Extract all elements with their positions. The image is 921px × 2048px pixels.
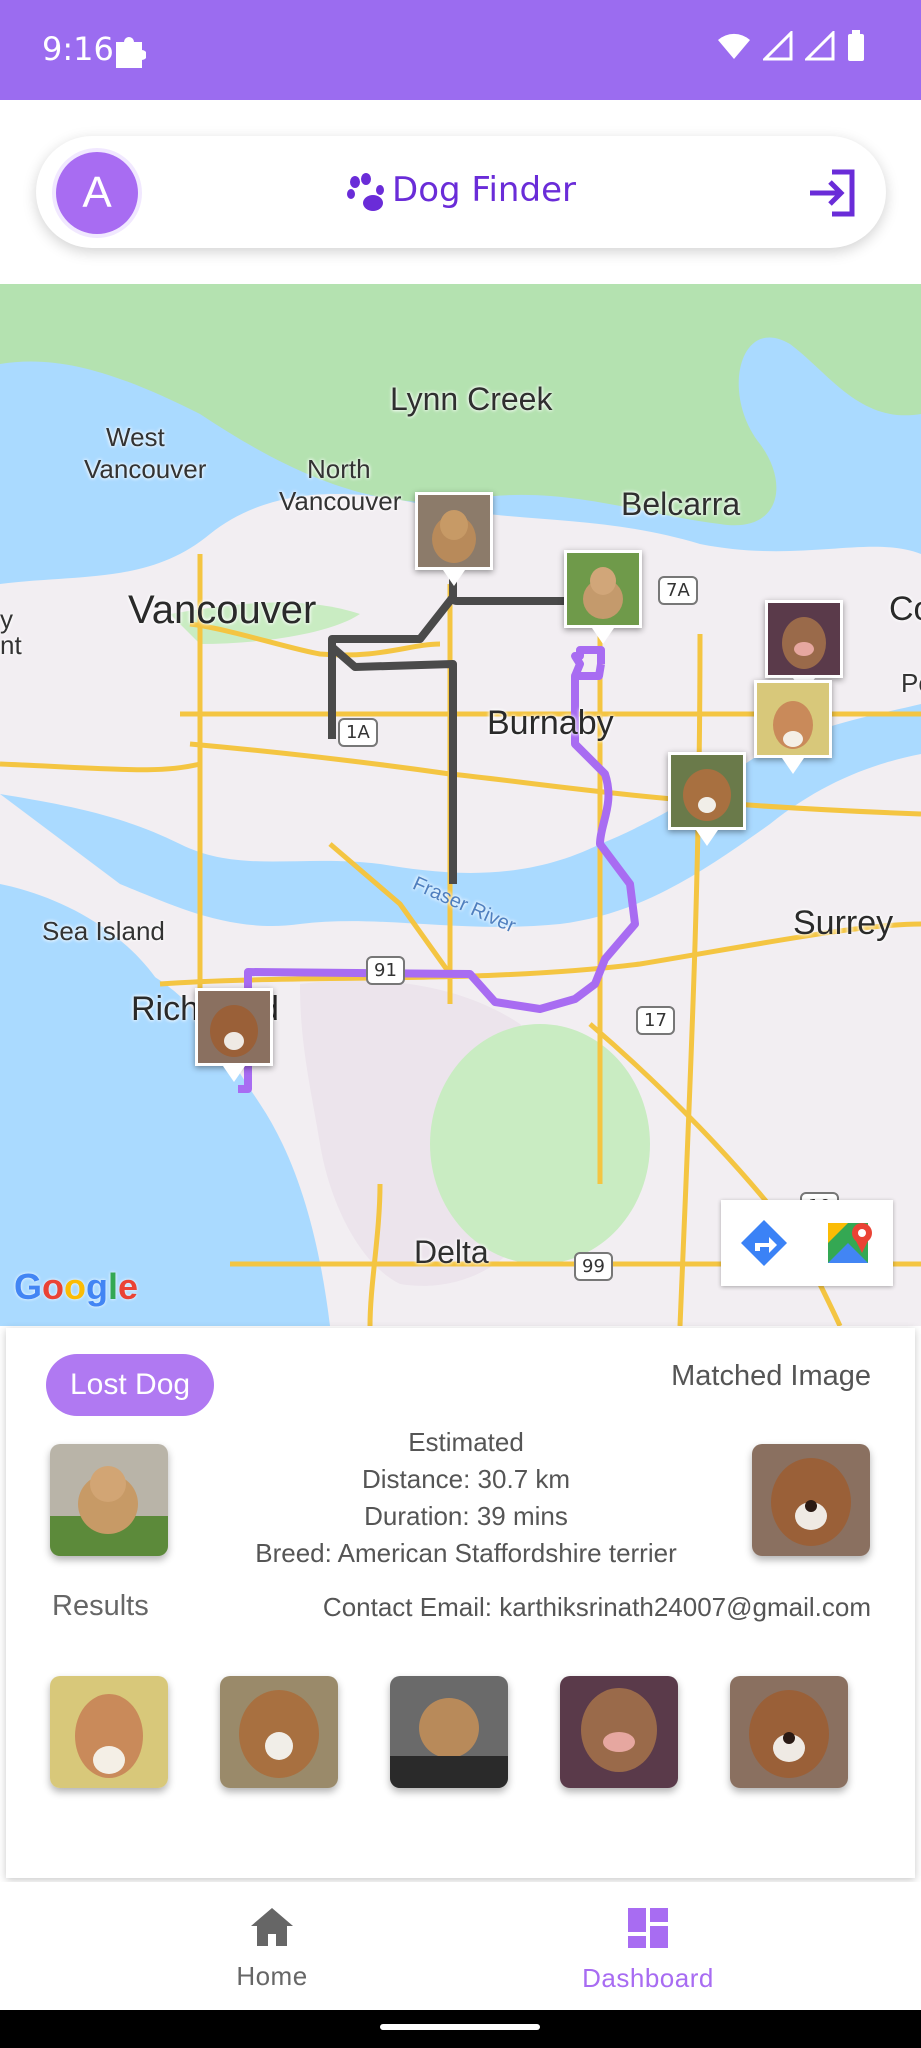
- highway-shield: 91: [366, 956, 405, 985]
- highway-shield: 7A: [658, 576, 698, 605]
- result-image[interactable]: [730, 1676, 848, 1788]
- map-label-burnaby: Burnaby: [487, 704, 614, 742]
- map-label-richmond: Rich: [131, 990, 200, 1028]
- map-label-edge-nt: nt: [0, 630, 22, 660]
- dog-photo: [220, 1676, 338, 1788]
- dog-photo: [757, 683, 829, 755]
- map-label-lynn-creek: Lynn Creek: [390, 381, 553, 417]
- matched-image[interactable]: [752, 1444, 870, 1556]
- dashboard-icon: [628, 1908, 668, 1948]
- map-toolbar: [721, 1200, 893, 1286]
- dog-photo: [768, 603, 840, 675]
- result-panel: Lost Dog Matched Image Estimated Distanc…: [6, 1328, 915, 1878]
- breed-text: Breed: American Staffordshire terrier: [255, 1538, 677, 1568]
- dog-photo: [390, 1676, 508, 1788]
- login-icon[interactable]: [806, 166, 860, 220]
- directions-button[interactable]: [721, 1200, 807, 1286]
- system-navigation-bar: [0, 2010, 921, 2048]
- home-gesture-handle[interactable]: [380, 2024, 540, 2030]
- lost-dog-image[interactable]: [50, 1444, 168, 1556]
- map-label-delta: Delta: [414, 1234, 489, 1270]
- nav-home[interactable]: Home: [172, 1906, 372, 1992]
- dog-photo: [50, 1444, 168, 1556]
- highway-shield: 1A: [338, 718, 378, 747]
- dog-photo: [752, 1444, 870, 1556]
- dog-map-marker[interactable]: [195, 988, 273, 1082]
- google-logo: Google: [14, 1266, 139, 1307]
- map-label-surrey: Surrey: [793, 904, 894, 942]
- puzzle-icon: [116, 37, 146, 68]
- dog-map-marker[interactable]: [668, 752, 746, 846]
- map-view[interactable]: Lynn Creek West Vancouver North Vancouve…: [0, 284, 921, 1326]
- highway-shield: 99: [574, 1252, 613, 1281]
- distance-text: Distance: 30.7 km: [361, 1464, 571, 1494]
- dog-photo: [567, 553, 639, 625]
- estimated-label: Estimated: [408, 1427, 524, 1457]
- matched-image-label: Matched Image: [671, 1360, 871, 1392]
- battery-icon: [848, 30, 864, 61]
- signal-icon: [763, 31, 793, 61]
- dog-photo: [671, 755, 743, 827]
- bottom-navigation: Home Dashboard: [0, 1882, 921, 2010]
- dog-map-marker[interactable]: [564, 550, 642, 644]
- nav-dashboard-label: Dashboard: [582, 1963, 714, 1993]
- dog-photo: [198, 991, 270, 1063]
- results-label: Results: [52, 1590, 149, 1622]
- highway-shield: 17: [636, 1006, 675, 1035]
- google-maps-icon: [828, 1223, 872, 1263]
- app-title-text: Dog Finder: [392, 170, 576, 210]
- result-image[interactable]: [220, 1676, 338, 1788]
- wifi-icon: [718, 33, 750, 59]
- dog-photo: [560, 1676, 678, 1788]
- signal-icon: [805, 31, 835, 61]
- status-bar: 9:16: [0, 0, 921, 100]
- map-label-north-vancouver: North: [307, 454, 371, 484]
- map-label-sea-island: Sea Island: [42, 916, 165, 946]
- duration-text: Duration: 39 mins: [364, 1501, 568, 1531]
- map-label-edge-co: Co: [889, 590, 921, 628]
- nav-home-label: Home: [236, 1961, 308, 1991]
- lost-dog-chip[interactable]: Lost Dog: [46, 1354, 215, 1416]
- map-label-west-vancouver: West: [106, 422, 165, 452]
- dog-photo: [418, 495, 490, 567]
- map-label-north-vancouver-2: Vancouver: [279, 486, 402, 516]
- status-time: 9:16: [42, 30, 114, 68]
- estimate-info: Estimated Distance: 30.7 km Duration: 39…: [196, 1424, 736, 1572]
- home-icon: [251, 1908, 293, 1946]
- dog-photo: [730, 1676, 848, 1788]
- result-image[interactable]: [560, 1676, 678, 1788]
- contact-email: Contact Email: karthiksrinath24007@gmail…: [322, 1592, 871, 1622]
- map-label-belcarra: Belcarra: [621, 486, 741, 522]
- app-title: Dog Finder: [36, 170, 886, 211]
- dog-map-marker[interactable]: [415, 492, 493, 586]
- map-label-west-vancouver-2: Vancouver: [84, 454, 207, 484]
- result-image[interactable]: [390, 1676, 508, 1788]
- directions-icon: [741, 1220, 787, 1266]
- dog-photo: [50, 1676, 168, 1788]
- map-label-edge-po: Po: [901, 668, 921, 698]
- dog-map-marker[interactable]: [754, 680, 832, 774]
- map-label-west-vancouver-line-1: West: [106, 422, 165, 452]
- dog-map-marker[interactable]: [765, 600, 843, 694]
- result-image[interactable]: [50, 1676, 168, 1788]
- app-header: A Dog Finder: [36, 136, 886, 248]
- nav-dashboard[interactable]: Dashboard: [548, 1906, 748, 1994]
- map-label-vancouver: Vancouver: [128, 588, 317, 632]
- open-in-maps-button[interactable]: [807, 1200, 893, 1286]
- paw-icon: [347, 172, 385, 211]
